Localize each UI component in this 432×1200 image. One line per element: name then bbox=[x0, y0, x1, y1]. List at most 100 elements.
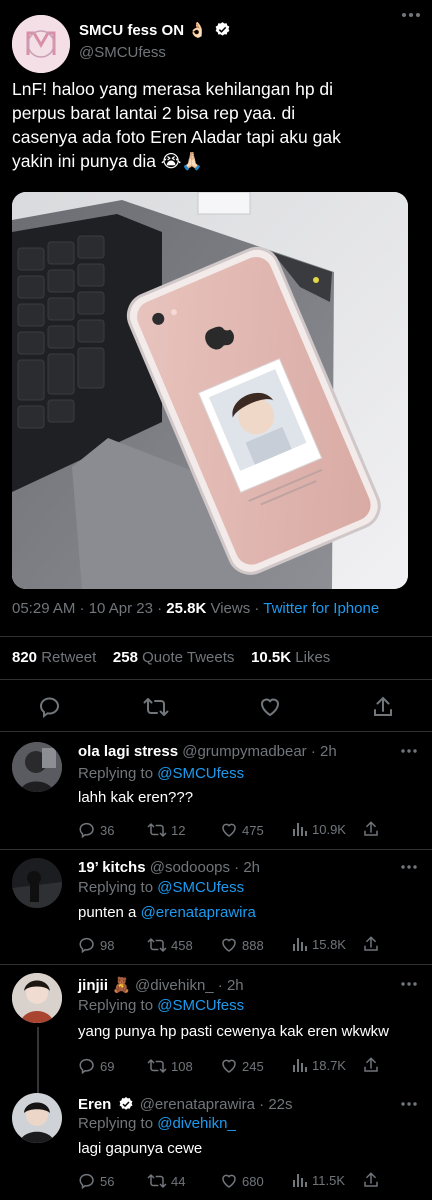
reply-text-mention[interactable]: @erenataprawira bbox=[141, 904, 256, 921]
user-photo-icon bbox=[12, 858, 62, 908]
retweets-label: Retweet bbox=[41, 649, 97, 666]
reply-author-meta: @divehikn_ · 2h bbox=[135, 977, 244, 994]
more-options-icon[interactable] bbox=[400, 1101, 418, 1107]
reply-retweet-button[interactable]: 108 bbox=[147, 1057, 193, 1075]
views-icon bbox=[293, 823, 307, 836]
retweet-icon bbox=[143, 698, 169, 716]
likes-stat[interactable]: 10.5K Likes bbox=[251, 649, 330, 666]
share-icon bbox=[364, 1172, 378, 1187]
like-count: 680 bbox=[242, 1173, 264, 1189]
replying-to-handle[interactable]: @SMCUfess bbox=[157, 765, 244, 782]
author-avatar[interactable] bbox=[12, 15, 70, 73]
verified-badge-icon bbox=[215, 22, 230, 36]
verified-badge-icon bbox=[119, 1097, 132, 1110]
reply-share-button[interactable] bbox=[362, 1056, 380, 1074]
reply-views-button[interactable]: 10.9K bbox=[292, 821, 346, 837]
tweet-text-line: LnF! haloo yang merasa kehilangan hp di bbox=[12, 79, 334, 99]
reply-avatar[interactable] bbox=[12, 973, 62, 1023]
tweet-text: LnF! haloo yang merasa kehilangan hp di … bbox=[12, 77, 424, 173]
heart-icon bbox=[260, 698, 280, 717]
author-handle[interactable]: @SMCUfess bbox=[79, 44, 166, 61]
views-count: 10.9K bbox=[312, 821, 346, 837]
reply-icon bbox=[79, 1173, 94, 1190]
retweet-icon bbox=[147, 1174, 167, 1188]
reply-author-name: 19’ kitchs bbox=[78, 859, 146, 876]
retweet-count: 44 bbox=[171, 1173, 186, 1189]
reply-author[interactable]: Eren @erenataprawira · 22s bbox=[78, 1096, 293, 1113]
views-icon bbox=[293, 1059, 307, 1072]
author-name[interactable]: SMCU fess ON 👌🏻 bbox=[79, 21, 231, 39]
reply-icon bbox=[79, 822, 94, 839]
views-label: Views · bbox=[206, 600, 264, 617]
replying-to: Replying to @SMCUfess bbox=[78, 879, 244, 896]
reply-count: 69 bbox=[100, 1058, 115, 1074]
thread-line bbox=[37, 1027, 39, 1093]
reply-reply-button[interactable]: 98 bbox=[78, 936, 114, 954]
replying-to: Replying to @SMCUfess bbox=[78, 997, 244, 1014]
more-options-icon[interactable] bbox=[400, 864, 418, 870]
divider bbox=[0, 849, 432, 850]
like-count: 245 bbox=[242, 1058, 264, 1074]
reply-author[interactable]: jinjii 🧸 @divehikn_ · 2h bbox=[78, 976, 244, 994]
reply-like-button[interactable]: 680 bbox=[220, 1172, 264, 1190]
user-photo-icon bbox=[12, 742, 62, 792]
replying-to-handle[interactable]: @divehikn_ bbox=[157, 1115, 236, 1132]
divider bbox=[0, 964, 432, 965]
reply-like-button[interactable]: 475 bbox=[220, 821, 264, 839]
reply-reply-button[interactable]: 36 bbox=[78, 821, 114, 839]
views-count: 15.8K bbox=[312, 936, 346, 952]
quotes-stat[interactable]: 258 Quote Tweets bbox=[113, 649, 234, 666]
reply-views-button[interactable]: 11.5K bbox=[292, 1172, 345, 1188]
reply-text: yang punya hp pasti cewenya kak eren wkw… bbox=[78, 1023, 390, 1040]
reply-author[interactable]: ola lagi stress @grumpymadbear · 2h bbox=[78, 743, 337, 760]
views-count: 11.5K bbox=[312, 1172, 346, 1188]
more-options-icon[interactable] bbox=[400, 748, 418, 754]
views-count: 25.8K bbox=[166, 600, 207, 617]
quotes-label: Quote Tweets bbox=[142, 649, 235, 666]
reply-author[interactable]: 19’ kitchs @sodooops · 2h bbox=[78, 859, 260, 876]
reply-reply-button[interactable]: 69 bbox=[78, 1057, 114, 1075]
replying-to-handle[interactable]: @SMCUfess bbox=[157, 997, 244, 1014]
share-icon bbox=[374, 696, 392, 716]
retweet-button[interactable] bbox=[143, 695, 169, 719]
tweet-photo[interactable] bbox=[12, 192, 408, 589]
reply-views-button[interactable]: 15.8K bbox=[292, 936, 346, 952]
tweet-source[interactable]: Twitter for Iphone bbox=[263, 600, 379, 617]
reply-reply-button[interactable]: 56 bbox=[78, 1172, 114, 1190]
reply-like-button[interactable]: 888 bbox=[220, 936, 264, 954]
reply-share-button[interactable] bbox=[362, 820, 380, 838]
replying-to-handle[interactable]: @SMCUfess bbox=[157, 879, 244, 896]
views-icon bbox=[293, 1174, 307, 1187]
heart-icon bbox=[222, 823, 236, 837]
tweet-meta: 05:29 AM · 10 Apr 23 · 25.8K Views · Twi… bbox=[12, 600, 379, 617]
heart-icon bbox=[222, 1174, 236, 1188]
reply-avatar[interactable] bbox=[12, 1093, 62, 1143]
reply-like-button[interactable]: 245 bbox=[220, 1057, 264, 1075]
reply-count: 36 bbox=[100, 822, 115, 838]
divider bbox=[0, 679, 432, 680]
reply-text-plain: punten a bbox=[78, 904, 141, 921]
reply-button[interactable] bbox=[38, 695, 62, 719]
more-options-icon[interactable] bbox=[400, 981, 418, 987]
reply-avatar[interactable] bbox=[12, 858, 62, 908]
retweet-count: 458 bbox=[171, 937, 193, 953]
tweet-stats: 820 Retweet 258 Quote Tweets 10.5K Likes bbox=[12, 649, 330, 666]
reply-retweet-button[interactable]: 458 bbox=[147, 936, 193, 954]
like-button[interactable] bbox=[258, 695, 282, 719]
views-count: 18.7K bbox=[312, 1057, 346, 1073]
reply-author-name: ola lagi stress bbox=[78, 743, 179, 760]
reply-share-button[interactable] bbox=[362, 935, 380, 953]
reply-views-button[interactable]: 18.7K bbox=[292, 1057, 346, 1073]
reply-retweet-button[interactable]: 44 bbox=[147, 1172, 185, 1190]
reply-count: 56 bbox=[100, 1173, 115, 1189]
more-options-icon[interactable] bbox=[401, 11, 421, 19]
replying-prefix: Replying to bbox=[78, 765, 158, 782]
retweet-count: 12 bbox=[171, 822, 186, 838]
reply-share-button[interactable] bbox=[362, 1171, 380, 1189]
reply-retweet-button[interactable]: 12 bbox=[147, 821, 185, 839]
tweet-time[interactable]: 05:29 AM · 10 Apr 23 · bbox=[12, 600, 166, 617]
retweets-stat[interactable]: 820 Retweet bbox=[12, 649, 96, 666]
reply-icon bbox=[79, 1058, 94, 1075]
share-button[interactable] bbox=[371, 695, 395, 719]
reply-avatar[interactable] bbox=[12, 742, 62, 792]
